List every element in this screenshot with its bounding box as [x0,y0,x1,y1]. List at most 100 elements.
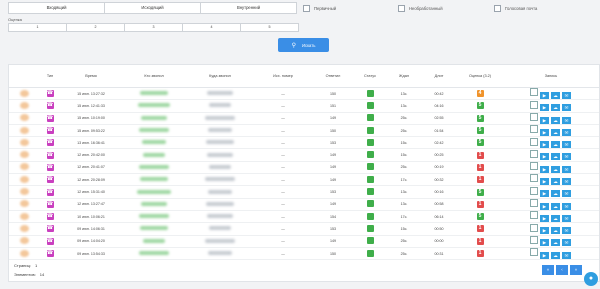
cloud-download-icon[interactable]: ☁ [551,165,560,173]
mail-icon[interactable]: ✉ [562,128,571,136]
table-row[interactable]: ☎ 13 июн. 16:36:41 —153 15с. 02:42 5 ▶ ☁ ✉ [9,136,599,150]
checkbox-box[interactable] [303,5,310,12]
col-rating[interactable]: Оценка (3.2) [457,65,503,88]
play-icon[interactable]: ▶ [540,153,549,161]
col-answered[interactable]: Ответил [313,65,353,88]
play-icon[interactable]: ▶ [540,190,549,198]
note-icon[interactable] [530,137,538,146]
cloud-download-icon[interactable]: ☁ [551,202,560,210]
mail-icon[interactable]: ✉ [562,141,571,149]
note-icon[interactable] [530,223,538,232]
pager-prev-button[interactable]: ‹ [555,264,569,276]
col-caller[interactable]: Кто звонил [121,65,187,88]
play-icon[interactable]: ▶ [540,178,549,185]
table-row[interactable]: ☎ 15 июн. 12:41:33 —151 13с. 04:16 5 ▶ ☁ ✉ [9,99,599,113]
mail-icon[interactable]: ✉ [562,239,571,247]
table-row[interactable]: ☎ 09 июн. 13:54:33 —150 25с. 00:31 1 ▶ ☁ ✉ [9,247,599,261]
note-icon[interactable] [530,199,538,208]
col-status[interactable]: Статус [353,65,387,88]
table-row[interactable]: ☎ 12 июн. 15:31:40 —153 13с. 00:16 5 ▶ ☁ ✉ [9,185,599,199]
pager-first-button[interactable]: « [541,264,555,276]
note-icon[interactable] [530,211,538,220]
note-icon[interactable] [530,174,538,183]
cloud-download-icon[interactable]: ☁ [551,128,560,136]
play-icon[interactable]: ▶ [540,141,549,149]
cloud-download-icon[interactable]: ☁ [551,239,560,247]
cloud-download-icon[interactable]: ☁ [551,116,560,124]
play-icon[interactable]: ▶ [540,128,549,136]
tab-internal[interactable]: Внутренний [201,2,297,14]
table-row[interactable]: ☎ 10 июн. 10:06:21 —154 17с. 06:14 5 ▶ ☁ ✉ [9,210,599,224]
cloud-download-icon[interactable]: ☁ [551,214,560,222]
col-duration[interactable]: Длит [421,65,457,88]
rating-option-2[interactable]: 2 [67,23,125,32]
note-icon[interactable] [530,100,538,109]
mail-icon[interactable]: ✉ [562,251,571,259]
mail-icon[interactable]: ✉ [562,214,571,222]
mail-icon[interactable]: ✉ [562,165,571,173]
play-icon[interactable]: ▶ [540,91,549,99]
cloud-download-icon[interactable]: ☁ [551,141,560,149]
tab-outgoing[interactable]: Исходящий [105,2,201,14]
table-row[interactable]: ☎ 12 июн. 20:41:07 —149 25с. 00:19 1 ▶ ☁ ✉ [9,161,599,175]
cloud-download-icon[interactable]: ☁ [551,91,560,99]
cloud-download-icon[interactable]: ☁ [551,190,560,198]
tab-incoming[interactable]: Входящий [8,2,105,14]
table-row[interactable]: ☎ 15 июн. 13:27:32 —150 13с. 00:42 4 ▶ ☁ ✉ [9,87,599,101]
table-row[interactable]: ☎ 15 июн. 10:19:00 —149 25с. 02:55 5 ▶ ☁ ✉ [9,112,599,125]
mail-icon[interactable]: ✉ [562,227,571,235]
chat-widget-icon[interactable]: ● [584,272,598,286]
search-button[interactable]: ⚲ Искать [278,38,329,52]
play-icon[interactable]: ▶ [540,116,549,124]
col-callee[interactable]: Куда звонил [187,65,253,88]
status-badge [366,126,374,134]
col-out-number[interactable]: Исх. номер [253,65,313,88]
note-icon[interactable] [530,162,538,171]
mail-icon[interactable]: ✉ [562,153,571,161]
play-icon[interactable]: ▶ [540,251,549,259]
checkbox-box[interactable] [398,5,405,12]
checkbox-box[interactable] [494,5,501,12]
rating-option-4[interactable]: 4 [183,23,241,32]
table-row[interactable]: ☎ 12 июн. 13:27:47 —149 13с. 00:58 1 ▶ ☁ ✉ [9,198,599,211]
play-icon[interactable]: ▶ [540,239,549,247]
cloud-download-icon[interactable]: ☁ [551,178,560,185]
cloud-download-icon[interactable]: ☁ [551,251,560,259]
mail-icon[interactable]: ✉ [562,202,571,210]
checkbox-voicemail[interactable]: Голосовая почта [494,5,537,12]
note-icon[interactable] [530,88,538,97]
col-type[interactable]: Тип [39,65,61,88]
mail-icon[interactable]: ✉ [562,104,571,112]
mail-icon[interactable]: ✉ [562,116,571,124]
mail-icon[interactable]: ✉ [562,178,571,185]
play-icon[interactable]: ▶ [540,165,549,173]
rating-option-1[interactable]: 1 [8,23,67,32]
table-row[interactable]: ☎ 09 июн. 14:06:31 —153 15с. 00:50 1 ▶ ☁ ✉ [9,222,599,236]
table-row[interactable]: ☎ 12 июн. 20:28:09 —149 17с. 00:32 1 ▶ ☁ ✉ [9,173,599,187]
cloud-download-icon[interactable]: ☁ [551,104,560,112]
col-time[interactable]: Время [61,65,121,88]
note-icon[interactable] [530,235,538,244]
rating-option-3[interactable]: 3 [125,23,183,32]
cloud-download-icon[interactable]: ☁ [551,153,560,161]
col-wait[interactable]: Ждал [387,65,421,88]
cloud-download-icon[interactable]: ☁ [551,227,560,235]
play-icon[interactable]: ▶ [540,202,549,210]
note-icon[interactable] [530,112,538,121]
table-row[interactable]: ☎ 09 июн. 14:04:20 —149 25с. 00:00 1 ▶ ☁ ✉ [9,235,599,248]
play-icon[interactable]: ▶ [540,227,549,235]
checkbox-unprocessed[interactable]: Необработанный [398,5,443,12]
note-icon[interactable] [530,186,538,195]
mail-icon[interactable]: ✉ [562,190,571,198]
rating-option-5[interactable]: 5 [241,23,299,32]
table-row[interactable]: ☎ 15 июн. 09:53:22 —150 25с. 01:54 5 ▶ ☁ ✉ [9,124,599,138]
table-row[interactable]: ☎ 12 июн. 20:42:00 —149 15с. 00:25 1 ▶ ☁ ✉ [9,148,599,162]
play-icon[interactable]: ▶ [540,104,549,112]
note-icon[interactable] [530,149,538,158]
pager-last-button[interactable]: » [569,264,583,276]
mail-icon[interactable]: ✉ [562,91,571,99]
play-icon[interactable]: ▶ [540,214,549,222]
checkbox-primary[interactable]: Первичный [303,5,336,12]
note-icon[interactable] [530,125,538,134]
note-icon[interactable] [530,248,538,257]
